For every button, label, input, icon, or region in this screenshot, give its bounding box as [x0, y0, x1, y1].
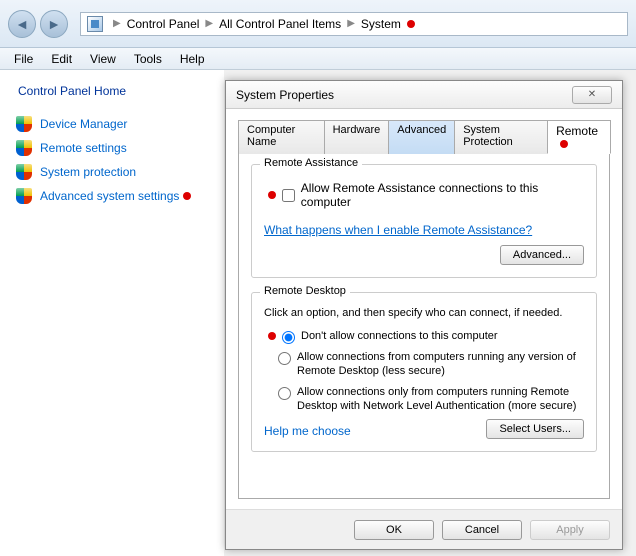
- tab-label: Remote: [556, 124, 598, 138]
- breadcrumb-item[interactable]: System: [361, 17, 401, 31]
- shield-icon: [16, 164, 32, 180]
- radio-label[interactable]: Allow connections from computers running…: [297, 350, 584, 379]
- system-properties-dialog: System Properties ✕ Computer Name Hardwa…: [225, 80, 623, 550]
- control-panel-icon: [87, 16, 103, 32]
- menu-edit[interactable]: Edit: [43, 50, 80, 68]
- dialog-footer: OK Cancel Apply: [226, 509, 622, 549]
- group-description: Click an option, and then specify who ca…: [264, 307, 584, 319]
- tab-strip: Computer Name Hardware Advanced System P…: [238, 119, 610, 154]
- tab-page-remote: Remote Assistance Allow Remote Assistanc…: [238, 154, 610, 499]
- sidebar-item-label: Remote settings: [40, 141, 127, 155]
- sidebar-item-label: Advanced system settings: [40, 189, 179, 203]
- menu-bar: File Edit View Tools Help: [0, 48, 636, 70]
- shield-icon: [16, 188, 32, 204]
- sidebar-heading: Control Panel Home: [10, 84, 214, 98]
- address-bar[interactable]: ▶ Control Panel ▶ All Control Panel Item…: [80, 12, 628, 36]
- allow-remote-assistance-checkbox[interactable]: [282, 189, 295, 202]
- rd-option-nla[interactable]: [278, 387, 291, 400]
- sidebar-item-label: System protection: [40, 165, 136, 179]
- group-remote-desktop: Remote Desktop Click an option, and then…: [251, 292, 597, 452]
- rd-option-dont-allow[interactable]: [282, 331, 295, 344]
- marker-dot: [268, 332, 276, 340]
- tab-hardware[interactable]: Hardware: [324, 120, 390, 154]
- radio-label[interactable]: Don't allow connections to this computer: [301, 329, 498, 343]
- checkbox-label[interactable]: Allow Remote Assistance connections to t…: [301, 181, 584, 209]
- group-remote-assistance: Remote Assistance Allow Remote Assistanc…: [251, 164, 597, 278]
- tab-computer-name[interactable]: Computer Name: [238, 120, 325, 154]
- forward-button[interactable]: ►: [40, 10, 68, 38]
- group-title: Remote Desktop: [260, 285, 350, 297]
- shield-icon: [16, 116, 32, 132]
- dialog-titlebar: System Properties ✕: [226, 81, 622, 109]
- close-button[interactable]: ✕: [572, 86, 612, 104]
- chevron-right-icon: ▶: [205, 18, 213, 29]
- remote-assistance-advanced-button[interactable]: Advanced...: [500, 245, 584, 265]
- sidebar-item-system-protection[interactable]: System protection: [10, 160, 214, 184]
- explorer-topnav: ◄ ► ▶ Control Panel ▶ All Control Panel …: [0, 0, 636, 48]
- dialog-title: System Properties: [236, 88, 334, 102]
- remote-assistance-help-link[interactable]: What happens when I enable Remote Assist…: [264, 223, 532, 237]
- back-button[interactable]: ◄: [8, 10, 36, 38]
- ok-button[interactable]: OK: [354, 520, 434, 540]
- radio-label[interactable]: Allow connections only from computers ru…: [297, 385, 584, 414]
- select-users-button[interactable]: Select Users...: [486, 419, 584, 439]
- chevron-right-icon: ▶: [347, 18, 355, 29]
- sidebar-item-device-manager[interactable]: Device Manager: [10, 112, 214, 136]
- menu-file[interactable]: File: [6, 50, 41, 68]
- tab-advanced[interactable]: Advanced: [388, 120, 455, 154]
- marker-dot: [183, 192, 191, 200]
- rd-option-any-version[interactable]: [278, 352, 291, 365]
- sidebar-item-advanced-system-settings[interactable]: Advanced system settings: [10, 184, 214, 208]
- sidebar-item-remote-settings[interactable]: Remote settings: [10, 136, 214, 160]
- breadcrumb-item[interactable]: Control Panel: [127, 17, 200, 31]
- sidebar: Control Panel Home Device Manager Remote…: [0, 70, 224, 556]
- marker-dot: [407, 20, 415, 28]
- chevron-right-icon: ▶: [113, 18, 121, 29]
- help-me-choose-link[interactable]: Help me choose: [264, 424, 351, 438]
- tab-remote[interactable]: Remote: [547, 120, 611, 154]
- menu-help[interactable]: Help: [172, 50, 213, 68]
- cancel-button[interactable]: Cancel: [442, 520, 522, 540]
- shield-icon: [16, 140, 32, 156]
- marker-dot: [560, 140, 568, 148]
- sidebar-item-label: Device Manager: [40, 117, 127, 131]
- menu-view[interactable]: View: [82, 50, 124, 68]
- group-title: Remote Assistance: [260, 157, 362, 169]
- tab-system-protection[interactable]: System Protection: [454, 120, 548, 154]
- menu-tools[interactable]: Tools: [126, 50, 170, 68]
- breadcrumb-item[interactable]: All Control Panel Items: [219, 17, 341, 31]
- marker-dot: [268, 191, 276, 199]
- apply-button[interactable]: Apply: [530, 520, 610, 540]
